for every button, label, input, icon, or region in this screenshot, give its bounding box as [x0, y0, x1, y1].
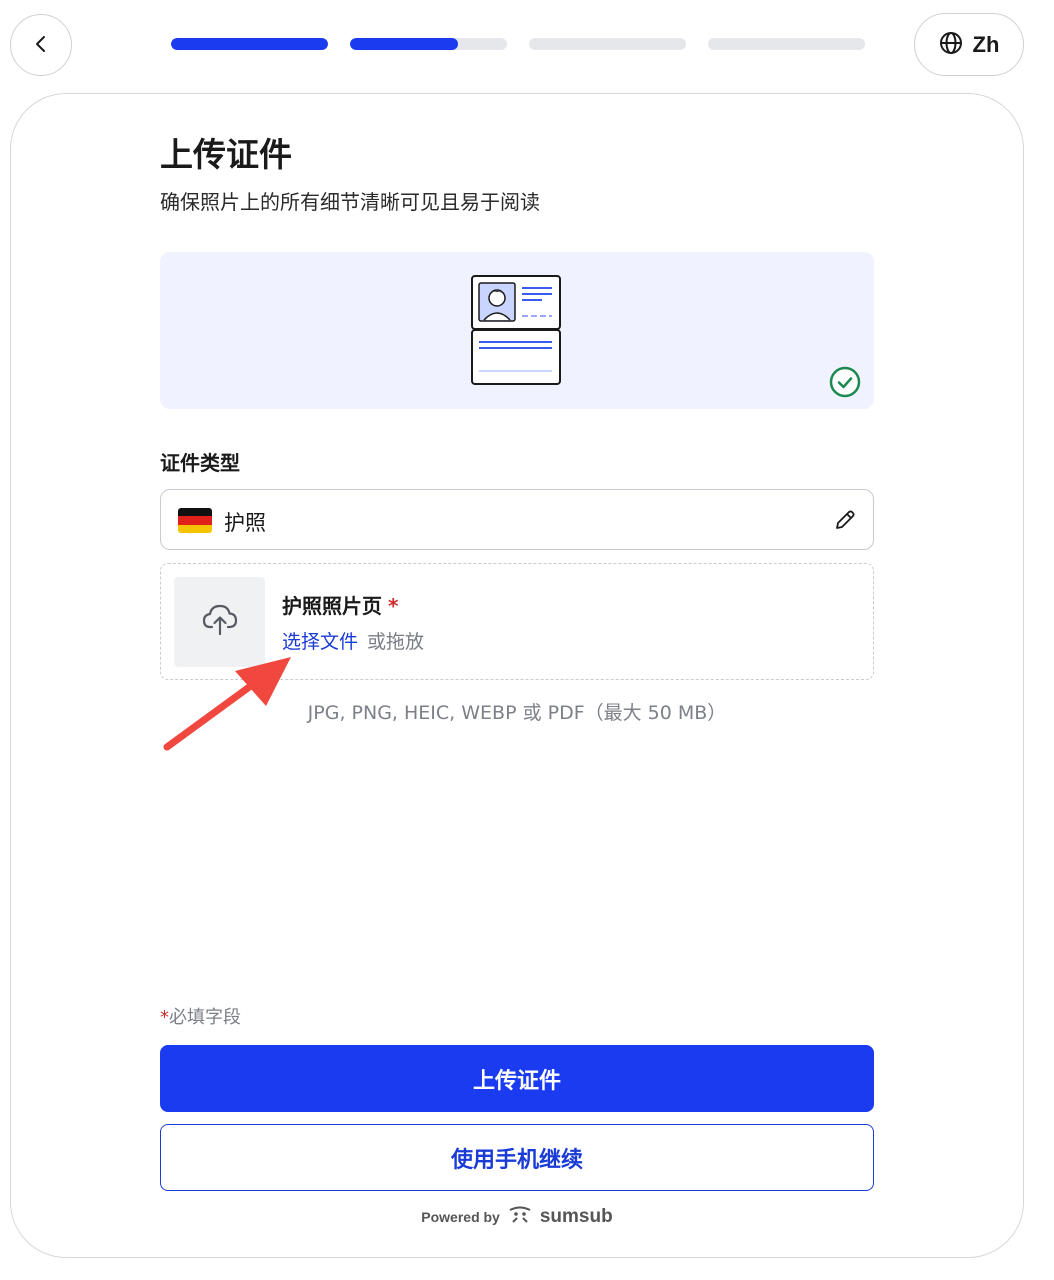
check-circle-icon [828, 365, 862, 403]
accepted-formats-text: JPG, PNG, HEIC, WEBP 或 PDF（最大 50 MB） [307, 702, 727, 724]
chevron-left-icon [31, 34, 51, 57]
language-button[interactable]: Zh [914, 13, 1024, 76]
upload-title: 护照照片页 * [282, 590, 398, 619]
annotation-arrow-icon [160, 650, 300, 759]
required-fields-note: *必填字段 [160, 1003, 241, 1029]
upload-title-text: 护照照片页 [282, 594, 382, 618]
progress-step-3 [529, 38, 686, 50]
powered-by: Powered by sumsub [0, 1206, 1034, 1228]
progress-step-1 [171, 38, 328, 50]
progress-step-2 [350, 38, 507, 50]
cloud-upload-icon [202, 603, 238, 641]
sumsub-logo-icon [508, 1206, 532, 1228]
drag-drop-text: 或拖放 [367, 631, 425, 653]
progress-step-4 [708, 38, 865, 50]
language-label: Zh [972, 31, 1000, 57]
back-button[interactable] [10, 14, 72, 76]
doc-type-select[interactable]: 护照 [160, 489, 874, 550]
passport-illustration-icon [470, 274, 562, 390]
globe-icon [939, 31, 963, 58]
doc-type-value: 护照 [224, 511, 266, 535]
document-preview [160, 252, 874, 409]
continue-on-phone-button[interactable]: 使用手机继续 [160, 1124, 874, 1191]
upload-document-button[interactable]: 上传证件 [160, 1045, 874, 1112]
required-note-star: * [160, 1007, 169, 1028]
germany-flag-icon [178, 508, 212, 533]
brand-name: sumsub [539, 1206, 613, 1227]
required-star: * [388, 594, 399, 618]
doc-type-label: 证件类型 [160, 451, 240, 475]
step-progress [171, 38, 865, 50]
powered-by-text: Powered by [421, 1209, 500, 1225]
required-note-text: 必填字段 [169, 1007, 241, 1028]
pencil-icon[interactable] [833, 508, 857, 536]
page-title: 上传证件 [160, 135, 292, 174]
page-subtitle: 确保照片上的所有细节清晰可见且易于阅读 [160, 190, 540, 214]
